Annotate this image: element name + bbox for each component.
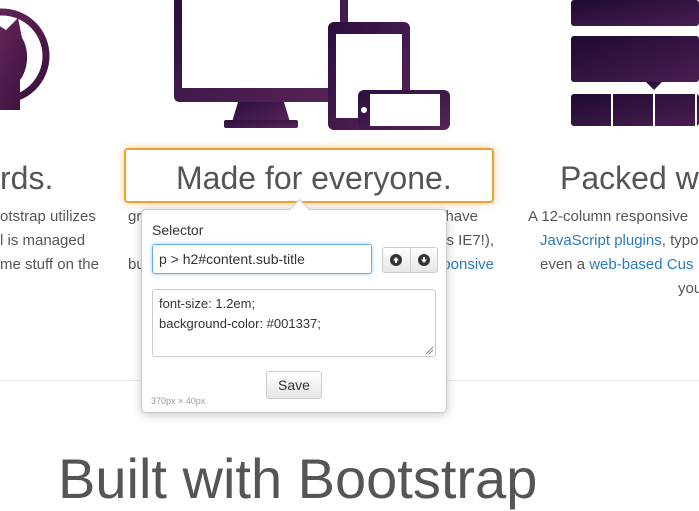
select-child-button[interactable]: [409, 248, 438, 272]
left-line: otstrap utilizes: [0, 208, 96, 225]
left-column-heading: rds.: [0, 160, 54, 196]
section-title: Built with Bootstrap: [58, 447, 538, 510]
right-line: even a: [540, 256, 590, 273]
arrow-down-icon: [417, 254, 430, 266]
css-line: background-color: #001337;: [159, 316, 321, 331]
devices-illustration: [174, 0, 450, 130]
left-column-text: otstrap utilizes l is managed me stuff o…: [0, 205, 99, 277]
element-nav-buttons: [382, 247, 438, 273]
selector-input[interactable]: p > h2#content.sub-title: [152, 244, 372, 274]
web-based-customizer-link[interactable]: web-based Cus: [589, 256, 693, 273]
selector-label: Selector: [152, 222, 204, 238]
middle-line-end: s IE7!),: [446, 232, 494, 249]
css-textarea[interactable]: font-size: 1.2em; background-color: #001…: [152, 289, 436, 357]
select-parent-button[interactable]: [383, 248, 410, 272]
element-dimensions: 370px × 40px: [151, 396, 206, 406]
resize-handle-icon[interactable]: [425, 346, 433, 354]
left-line: me stuff on the: [0, 256, 99, 273]
style-editor-popover: Selector p > h2#content.sub-title font-s…: [141, 198, 447, 413]
right-column-heading: Packed wi: [560, 160, 699, 196]
arrow-up-icon: [390, 254, 403, 266]
right-column-text: A 12-column responsive JavaScript plugin…: [528, 205, 699, 301]
element-highlight: [124, 148, 494, 203]
css-line: font-size: 1.2em;: [159, 296, 256, 311]
javascript-plugins-link[interactable]: JavaScript plugins: [540, 232, 662, 249]
responsive-link[interactable]: ponsive: [442, 253, 494, 277]
right-line: you: [678, 280, 699, 297]
save-button[interactable]: Save: [266, 371, 322, 399]
middle-line-end: have: [445, 208, 478, 225]
middle-line-start: gr: [128, 208, 142, 225]
github-logo-icon: [0, 8, 50, 110]
left-line: l is managed: [0, 232, 86, 249]
right-line: A 12-column responsive: [528, 208, 689, 225]
right-line: , typo: [661, 232, 699, 249]
grid-illustration: [571, 0, 699, 126]
